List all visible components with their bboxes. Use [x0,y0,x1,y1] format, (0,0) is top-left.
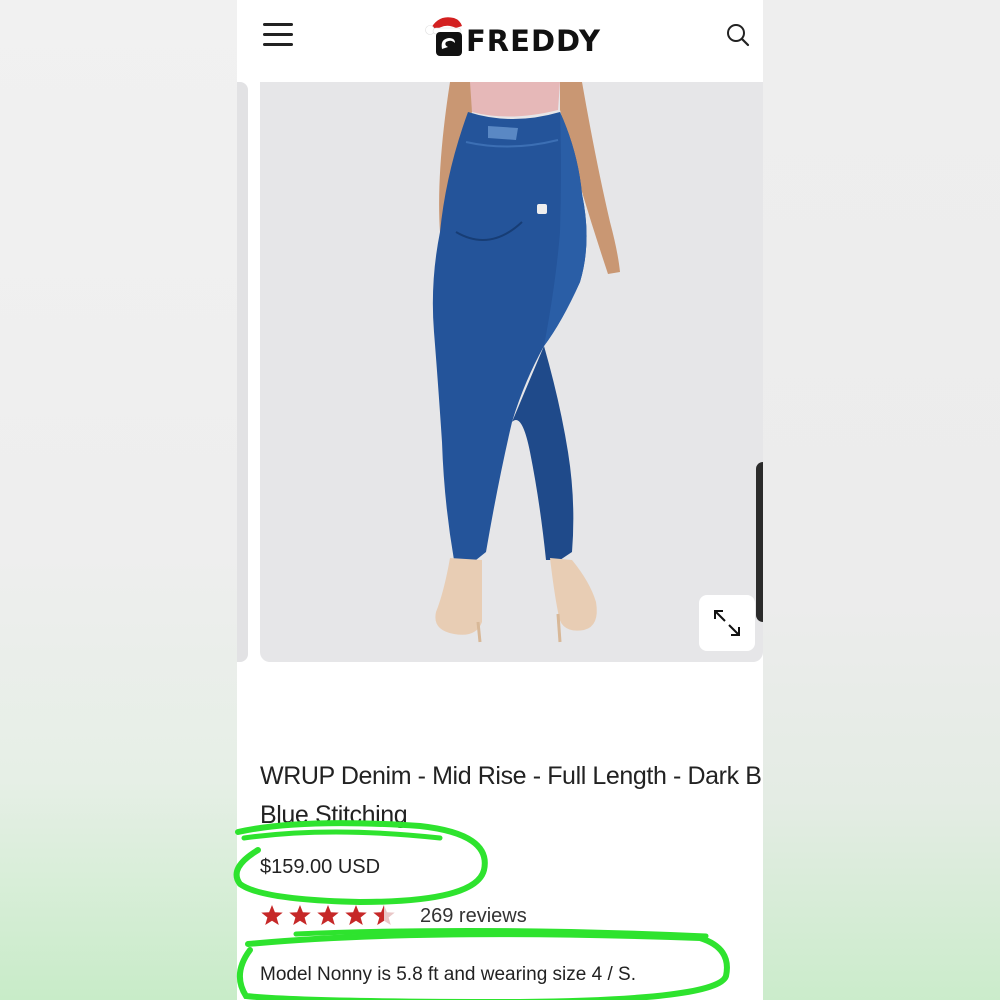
product-gallery[interactable] [237,82,763,672]
review-count-link[interactable]: 269 reviews [420,905,527,928]
product-rating[interactable]: 269 reviews [260,902,560,930]
rating-stars-icon [261,905,395,925]
phone-screen: FREDDY WRUP Denim - Mid Rise - Full Leng… [237,0,763,1000]
product-image[interactable] [260,82,763,662]
background-left [0,0,237,1000]
product-price: $159.00 USD [260,856,381,878]
search-icon[interactable] [725,22,751,48]
model-jeans-illustration [432,82,620,643]
model-size-note: Model Nonny is 5.8 ft and wearing size 4… [260,964,636,985]
expand-arrows-icon [714,610,740,636]
product-title: WRUP Denim - Mid Rise - Full Length - Da… [260,762,763,829]
santa-hat-logo-icon [425,17,462,56]
hamburger-menu-icon[interactable] [263,22,293,48]
brand-logo[interactable]: FREDDY [424,12,644,62]
site-header: FREDDY [237,0,763,82]
previous-slide-edge[interactable] [237,82,248,662]
expand-image-button[interactable] [699,595,755,651]
next-slide-edge[interactable] [756,462,763,622]
brand-name: FREDDY [466,24,601,58]
background-right [763,0,1000,1000]
